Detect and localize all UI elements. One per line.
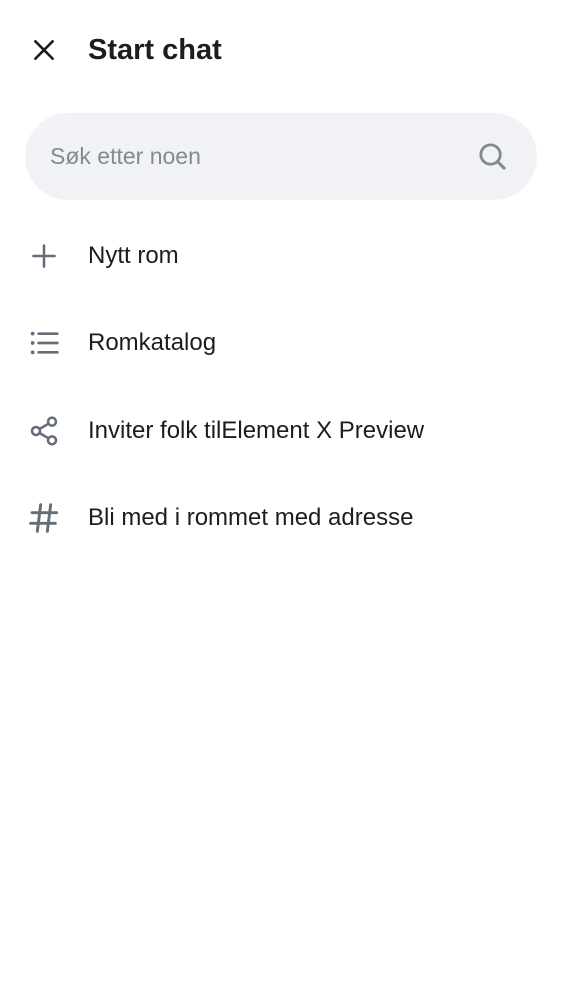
join-by-address-label: Bli med i rommet med adresse [88, 504, 414, 532]
plus-icon [26, 238, 61, 273]
share-icon [26, 413, 61, 448]
search-icon [479, 143, 506, 170]
close-icon [34, 40, 54, 60]
invite-people-label: Inviter folk tilElement X Preview [88, 416, 425, 444]
new-room-label: Nytt rom [88, 241, 179, 269]
top-app-bar: Start chat [0, 0, 562, 100]
hash-icon [26, 501, 61, 536]
join-by-address-item[interactable]: Bli med i rommet med adresse [0, 475, 562, 563]
search-input[interactable] [50, 113, 470, 200]
room-directory-label: Romkatalog [88, 329, 217, 357]
list-icon [26, 326, 61, 361]
room-directory-item[interactable]: Romkatalog [0, 300, 562, 388]
invite-people-item[interactable]: Inviter folk tilElement X Preview [0, 387, 562, 475]
close-button[interactable] [22, 28, 66, 72]
start-chat-menu: Nytt rom Romkatalog Inviter folk tilElem… [0, 212, 562, 562]
search-field[interactable] [25, 113, 537, 200]
page-title: Start chat [88, 34, 222, 66]
new-room-item[interactable]: Nytt rom [0, 212, 562, 300]
